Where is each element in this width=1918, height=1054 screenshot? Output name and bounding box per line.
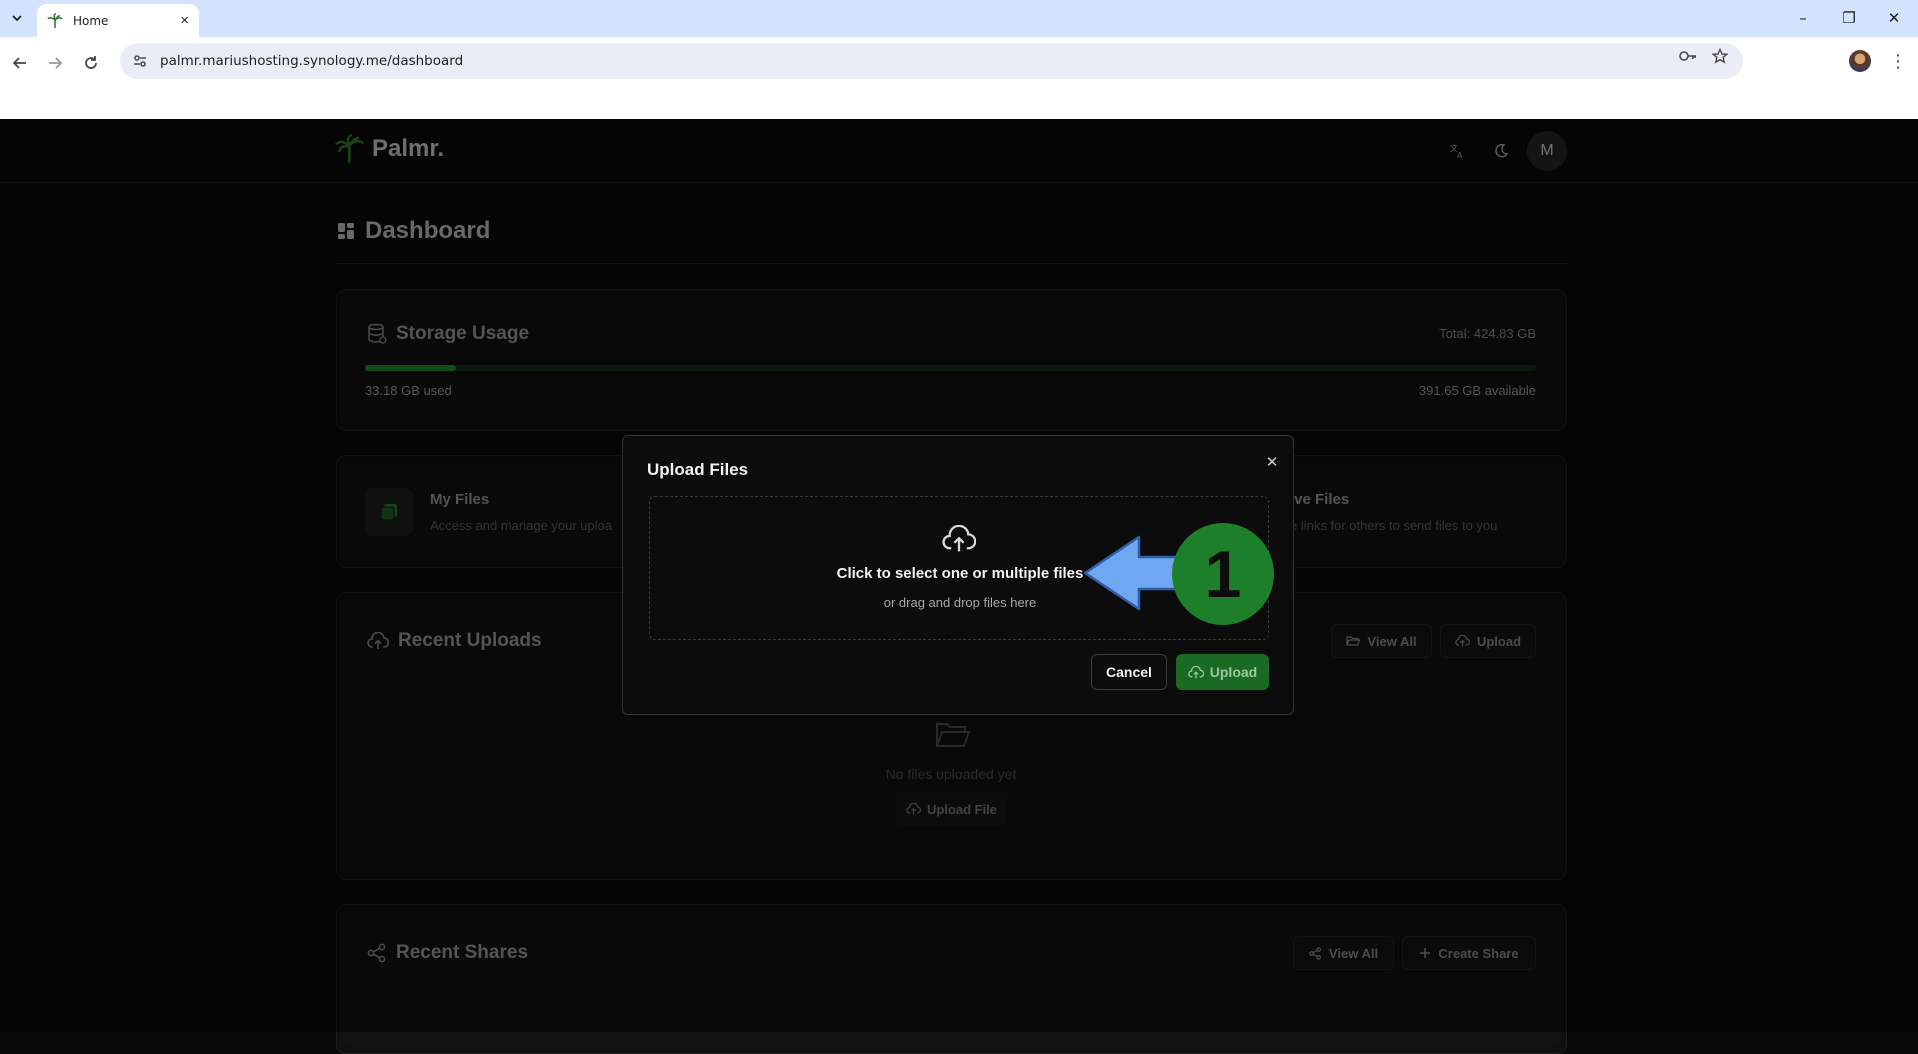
close-icon[interactable]: ✕	[1263, 453, 1281, 471]
browser-menu-icon[interactable]: ⋮	[1888, 49, 1908, 73]
chevron-down-icon	[12, 15, 22, 22]
cloud-upload-icon	[1187, 665, 1204, 679]
tab-close-icon[interactable]: ×	[180, 12, 189, 29]
profile-avatar[interactable]	[1849, 50, 1871, 72]
upload-button[interactable]: Upload	[1176, 654, 1269, 690]
forward-arrow-icon	[49, 57, 63, 69]
reload-button[interactable]	[77, 49, 105, 77]
url-text: palmr.mariushosting.synology.me/dashboar…	[160, 53, 464, 69]
tab-search-button[interactable]	[6, 7, 28, 29]
palm-favicon-icon	[47, 12, 63, 28]
password-key-icon[interactable]	[1678, 46, 1698, 66]
address-bar[interactable]: palmr.mariushosting.synology.me/dashboar…	[120, 43, 1743, 79]
site-settings-icon[interactable]	[132, 53, 148, 69]
browser-tab-home[interactable]: Home ×	[37, 4, 199, 37]
restore-button[interactable]: ❐	[1834, 6, 1864, 30]
cloud-upload-icon	[942, 524, 977, 558]
bookmark-star-icon[interactable]	[1710, 46, 1730, 66]
forward-button[interactable]	[41, 49, 69, 77]
cancel-button[interactable]: Cancel	[1091, 654, 1167, 690]
step-number-badge: 1	[1172, 523, 1274, 625]
back-button[interactable]	[6, 49, 34, 77]
minimize-button[interactable]: –	[1788, 6, 1818, 30]
browser-tab-strip: Home × – ❐ ✕	[0, 0, 1918, 37]
browser-toolbar: palmr.mariushosting.synology.me/dashboar…	[0, 37, 1918, 121]
tab-title: Home	[73, 13, 109, 28]
dialog-title: Upload Files	[647, 460, 749, 479]
window-close-button[interactable]: ✕	[1879, 6, 1909, 30]
back-arrow-icon	[12, 57, 26, 69]
upload-button-label: Upload	[1209, 664, 1258, 680]
reload-icon	[85, 56, 97, 69]
